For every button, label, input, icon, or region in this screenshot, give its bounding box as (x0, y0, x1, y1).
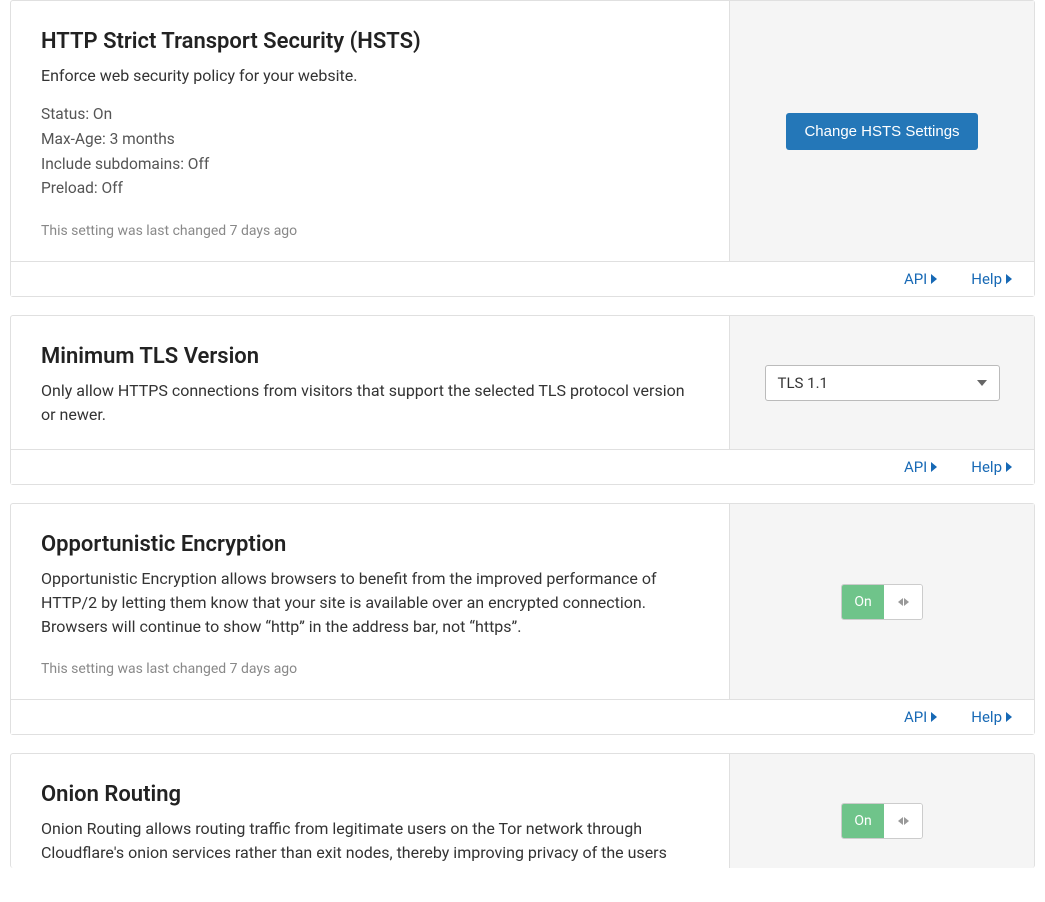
onion-toggle[interactable]: On (841, 803, 923, 839)
tls-api-link[interactable]: API (904, 458, 937, 476)
hsts-api-link[interactable]: API (904, 270, 937, 288)
hsts-status: Status: On (41, 102, 699, 127)
hsts-title: HTTP Strict Transport Security (HSTS) (41, 29, 699, 54)
caret-right-icon (1006, 274, 1012, 284)
caret-right-icon (931, 274, 937, 284)
hsts-description: Enforce web security policy for your web… (41, 64, 699, 88)
toggle-on-label: On (842, 804, 884, 838)
card-onion-routing: Onion Routing Onion Routing allows routi… (10, 753, 1035, 868)
tls-version-select[interactable]: TLS 1.1 (765, 365, 1000, 401)
card-hsts: HTTP Strict Transport Security (HSTS) En… (10, 0, 1035, 297)
help-link-label: Help (971, 270, 1002, 288)
help-link-label: Help (971, 458, 1002, 476)
change-hsts-settings-button[interactable]: Change HSTS Settings (786, 113, 977, 150)
hsts-preload: Preload: Off (41, 176, 699, 201)
hsts-maxage: Max-Age: 3 months (41, 127, 699, 152)
hsts-subdomains: Include subdomains: Off (41, 152, 699, 177)
tls-help-link[interactable]: Help (971, 458, 1012, 476)
opportunistic-help-link[interactable]: Help (971, 708, 1012, 726)
hsts-last-changed: This setting was last changed 7 days ago (41, 223, 699, 239)
help-link-label: Help (971, 708, 1002, 726)
caret-down-icon (977, 380, 987, 386)
opportunistic-api-link[interactable]: API (904, 708, 937, 726)
opportunistic-toggle[interactable]: On (841, 584, 923, 620)
tls-description: Only allow HTTPS connections from visito… (41, 379, 699, 427)
caret-right-icon (931, 462, 937, 472)
toggle-on-label: On (842, 585, 884, 619)
opportunistic-title: Opportunistic Encryption (41, 532, 699, 557)
caret-right-icon (1006, 462, 1012, 472)
api-link-label: API (904, 458, 927, 476)
card-opportunistic-encryption: Opportunistic Encryption Opportunistic E… (10, 503, 1035, 735)
hsts-help-link[interactable]: Help (971, 270, 1012, 288)
tls-selected-value: TLS 1.1 (778, 374, 828, 392)
tls-title: Minimum TLS Version (41, 344, 699, 369)
hsts-status-block: Status: On Max-Age: 3 months Include sub… (41, 102, 699, 201)
api-link-label: API (904, 270, 927, 288)
toggle-handle-icon (884, 804, 922, 838)
opportunistic-last-changed: This setting was last changed 7 days ago (41, 661, 699, 677)
caret-right-icon (1006, 712, 1012, 722)
caret-right-icon (931, 712, 937, 722)
card-min-tls: Minimum TLS Version Only allow HTTPS con… (10, 315, 1035, 485)
onion-title: Onion Routing (41, 782, 699, 807)
onion-description: Onion Routing allows routing traffic fro… (41, 817, 699, 865)
api-link-label: API (904, 708, 927, 726)
opportunistic-description: Opportunistic Encryption allows browsers… (41, 567, 699, 639)
toggle-handle-icon (884, 585, 922, 619)
